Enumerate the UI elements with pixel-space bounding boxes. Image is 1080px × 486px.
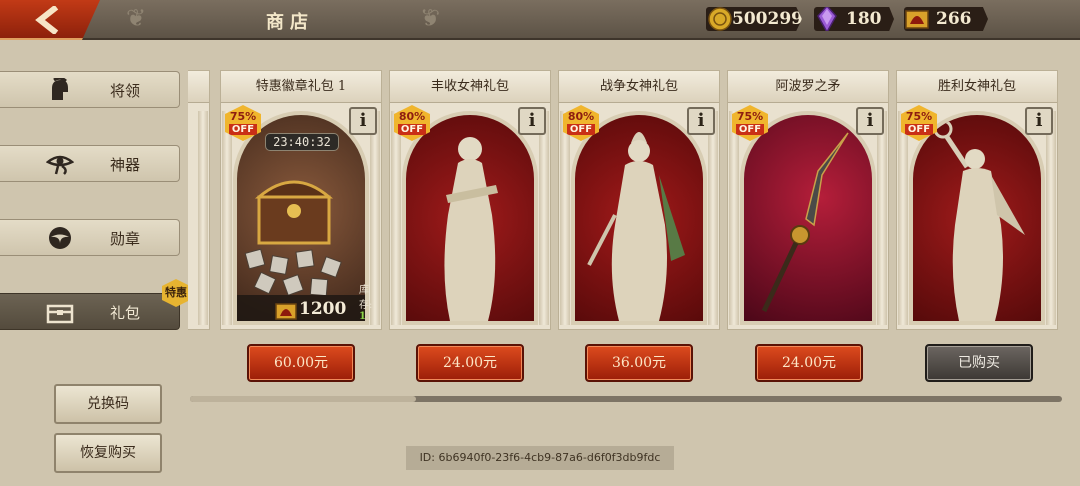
offer-art <box>740 111 876 325</box>
back-arrow-icon <box>35 6 59 34</box>
offer-art <box>571 111 707 325</box>
buy-button-harvest-goddess[interactable]: 24.00元 <box>416 344 524 382</box>
info-button[interactable]: i <box>518 107 546 135</box>
countdown-timer: 23:40:32 <box>265 133 339 151</box>
token-amount: 266 <box>936 9 972 29</box>
goddess-statue-icon <box>444 137 498 321</box>
offer-art <box>402 111 538 325</box>
token-price: 1200 <box>299 299 347 319</box>
discount-percent: 80% <box>398 110 426 123</box>
sidebar-item-label: 神器 <box>110 156 141 174</box>
offer-title: 特惠徽章礼包 1 <box>221 71 381 103</box>
info-button[interactable]: i <box>349 107 377 135</box>
offer-card-victory-goddess[interactable]: 胜利女神礼包 75% OFF i <box>896 70 1058 330</box>
eye-of-horus-icon <box>46 155 74 175</box>
discount-off: OFF <box>736 124 764 135</box>
column-decoration <box>539 111 549 325</box>
column-decoration <box>198 111 208 325</box>
offer-card-harvest-goddess[interactable]: 丰收女神礼包 80% OFF i <box>389 70 551 330</box>
gold-amount: 500299 <box>732 9 803 29</box>
stock-text: 库存: <box>359 285 373 311</box>
discount-percent: 75% <box>229 110 257 123</box>
column-decoration <box>560 111 570 325</box>
token-counter: 266 <box>904 7 988 31</box>
info-button[interactable]: i <box>687 107 715 135</box>
spartan-token-icon <box>275 303 297 320</box>
sidebar-item-label: 礼包 <box>110 304 141 322</box>
offer-title: 丰收女神礼包 <box>390 71 550 103</box>
buy-button-war-goddess[interactable]: 36.00元 <box>585 344 693 382</box>
offer-card-badge-pack[interactable]: 特惠徽章礼包 1 75% OFF i 23:40:32 库存: 1 1200 <box>220 70 382 330</box>
back-button[interactable] <box>0 0 100 40</box>
column-decoration <box>729 111 739 325</box>
offer-card-apollo-spear[interactable]: 阿波罗之矛 75% OFF i <box>727 70 889 330</box>
discount-off: OFF <box>905 124 933 135</box>
laurel-right-icon: ❦ <box>420 4 441 32</box>
partial-offer-card <box>188 70 210 330</box>
sidebar-item-medals[interactable]: 勋章 <box>0 219 180 256</box>
spartan-token-icon <box>905 10 929 29</box>
purchased-button-victory-goddess: 已购买 <box>925 344 1033 382</box>
eagle-medal-icon <box>49 227 71 249</box>
buy-button-badge-pack[interactable]: 60.00元 <box>247 344 355 382</box>
stock-label: 库存: 1 <box>359 281 381 322</box>
stock-value: 1 <box>359 311 366 322</box>
sidebar-item-generals[interactable]: 将领 <box>0 71 180 108</box>
redeem-code-button[interactable]: 兑换码 <box>54 384 162 424</box>
carousel-scrollbar[interactable] <box>190 396 1062 402</box>
column-decoration <box>708 111 718 325</box>
gold-counter: 500299 <box>706 7 802 31</box>
offer-title: 战争女神礼包 <box>559 71 719 103</box>
laurel-left-icon: ❦ <box>126 4 147 32</box>
column-decoration <box>1046 111 1056 325</box>
info-button[interactable]: i <box>1025 107 1053 135</box>
column-decoration <box>877 111 887 325</box>
purple-gem-icon <box>817 7 837 31</box>
buy-button-apollo-spear[interactable]: 24.00元 <box>755 344 863 382</box>
scrollbar-thumb[interactable] <box>190 396 416 402</box>
gem-amount: 180 <box>846 9 882 29</box>
page-title: 商店 <box>266 12 314 33</box>
spear-icon <box>761 132 849 313</box>
gem-counter: 180 <box>814 7 894 31</box>
sidebar-item-label: 将领 <box>110 82 141 100</box>
column-decoration <box>222 111 232 325</box>
athena-statue-icon <box>587 132 685 321</box>
nike-statue-icon <box>933 119 1025 321</box>
top-bar: ❦ 商店 ❦ 500299 180 266 <box>0 0 1080 40</box>
info-button[interactable]: i <box>856 107 884 135</box>
sidebar-item-label: 勋章 <box>110 230 141 248</box>
sidebar-item-packs[interactable]: 礼包 <box>0 293 180 330</box>
shop-carousel[interactable]: 特惠徽章礼包 1 75% OFF i 23:40:32 库存: 1 1200 丰… <box>188 70 1080 332</box>
discount-off: OFF <box>229 124 257 135</box>
player-id: ID: 6b6940f0-23f6-4cb9-87a6-d6f0f3db9fdc <box>406 446 674 470</box>
restore-purchase-button[interactable]: 恢复购买 <box>54 433 162 473</box>
column-decoration <box>391 111 401 325</box>
discount-off: OFF <box>567 124 595 135</box>
discount-percent: 75% <box>736 110 764 123</box>
discount-percent: 80% <box>567 110 595 123</box>
offer-title: 胜利女神礼包 <box>897 71 1057 103</box>
offer-art <box>909 111 1045 325</box>
chest-icon <box>46 304 74 324</box>
spartan-helmet-icon <box>52 78 68 100</box>
card-title-strip <box>188 71 209 103</box>
gold-coin-icon <box>708 7 732 31</box>
column-decoration <box>898 111 908 325</box>
sidebar-item-artifacts[interactable]: 神器 <box>0 145 180 182</box>
discount-percent: 75% <box>905 110 933 123</box>
offer-title: 阿波罗之矛 <box>728 71 888 103</box>
discount-off: OFF <box>398 124 426 135</box>
offer-card-war-goddess[interactable]: 战争女神礼包 80% OFF i <box>558 70 720 330</box>
